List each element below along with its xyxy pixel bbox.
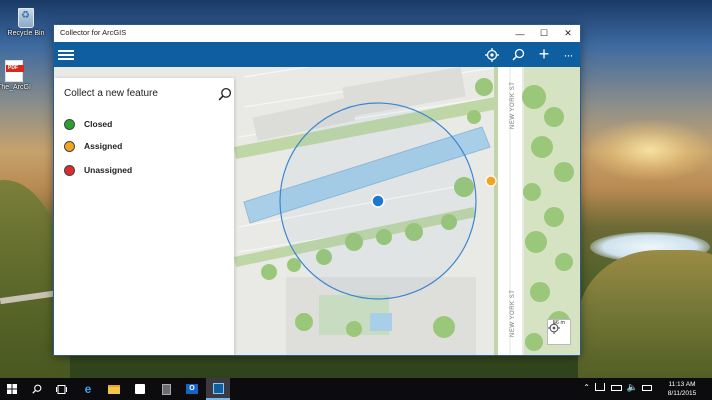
taskbar-edge[interactable]: e xyxy=(76,378,100,400)
calculator-icon xyxy=(161,383,171,395)
status-dot-icon xyxy=(64,140,75,152)
window-titlebar[interactable]: Collector for ArcGIS — ☐ ✕ xyxy=(54,25,580,42)
battery-icon[interactable] xyxy=(611,385,622,391)
gps-locate-button[interactable] xyxy=(481,44,503,65)
locate-icon xyxy=(548,322,560,334)
panel-title: Collect a new feature xyxy=(64,88,158,99)
recycle-bin-icon xyxy=(18,8,34,28)
desktop-icon-recycle-bin[interactable]: Recycle Bin xyxy=(2,8,50,38)
app-toolbar: + ··· xyxy=(54,42,580,67)
clock[interactable]: 11:13 AM 8/11/2015 xyxy=(656,380,708,398)
street-label: NEW YORK ST xyxy=(510,82,516,129)
hill-right xyxy=(578,250,712,378)
search-icon xyxy=(32,384,42,394)
folder-icon xyxy=(108,384,120,394)
template-assigned[interactable]: Assigned xyxy=(64,138,122,154)
template-label: Closed xyxy=(84,119,113,129)
volume-icon[interactable]: 🔈 xyxy=(627,382,638,393)
taskbar-store[interactable] xyxy=(128,378,152,400)
pdf-file-icon xyxy=(5,60,24,82)
taskbar-file-explorer[interactable] xyxy=(102,378,126,400)
template-unassigned[interactable]: Unassigned xyxy=(64,162,132,178)
clock-time: 11:13 AM xyxy=(668,381,696,388)
street-label: NEW YORK ST xyxy=(510,290,516,337)
close-button[interactable]: ✕ xyxy=(556,25,580,42)
hamburger-icon[interactable] xyxy=(58,45,80,64)
taskbar: e O ⌃ 🔈 11:13 AM 8/11/2015 xyxy=(0,378,712,400)
desktop-icon-pdf[interactable]: The_ArcGI xyxy=(0,60,34,92)
outlook-icon: O xyxy=(186,384,198,394)
more-icon[interactable]: ··· xyxy=(557,44,579,65)
minimize-button[interactable]: — xyxy=(508,25,532,42)
taskbar-outlook[interactable]: O xyxy=(180,378,204,400)
add-icon[interactable]: + xyxy=(533,44,555,65)
windows-logo-icon xyxy=(7,384,17,394)
status-dot-icon xyxy=(64,118,75,130)
template-label: Unassigned xyxy=(84,165,133,175)
window-title: Collector for ArcGIS xyxy=(60,28,127,37)
task-view-button[interactable] xyxy=(50,378,72,400)
maximize-button[interactable]: ☐ xyxy=(532,25,556,42)
gps-locate-icon xyxy=(485,47,499,62)
search-button[interactable] xyxy=(507,44,529,65)
keyboard-icon[interactable] xyxy=(642,385,652,391)
store-icon xyxy=(135,384,145,394)
task-view-icon xyxy=(55,384,67,394)
assigned-feature-marker[interactable] xyxy=(485,175,497,187)
taskbar-collector[interactable] xyxy=(206,378,230,400)
status-dot-icon xyxy=(64,164,75,176)
desktop-icon-label: The_ArcGI xyxy=(0,84,31,91)
template-label: Assigned xyxy=(84,141,123,151)
collector-window: Collector for ArcGIS — ☐ ✕ + ··· NEW YOR… xyxy=(54,25,580,355)
scale-widget[interactable]: 56 m xyxy=(547,319,571,345)
clock-date: 8/11/2015 xyxy=(667,390,697,397)
current-location-icon xyxy=(371,194,385,208)
search-icon[interactable] xyxy=(218,87,232,101)
taskbar-search-button[interactable] xyxy=(26,378,48,400)
show-hidden-icons-icon[interactable]: ⌃ xyxy=(583,383,590,392)
start-button[interactable] xyxy=(0,378,24,400)
collector-app-icon xyxy=(212,382,224,394)
edge-icon: e xyxy=(84,382,92,396)
sun-glow xyxy=(590,120,710,180)
network-icon[interactable] xyxy=(595,383,605,391)
collect-feature-panel: Collect a new feature Closed Assigned Un… xyxy=(54,78,234,355)
search-icon xyxy=(511,48,524,61)
desktop-icon-label: Recycle Bin xyxy=(7,30,45,37)
template-closed[interactable]: Closed xyxy=(64,116,112,132)
taskbar-calculator[interactable] xyxy=(154,378,178,400)
